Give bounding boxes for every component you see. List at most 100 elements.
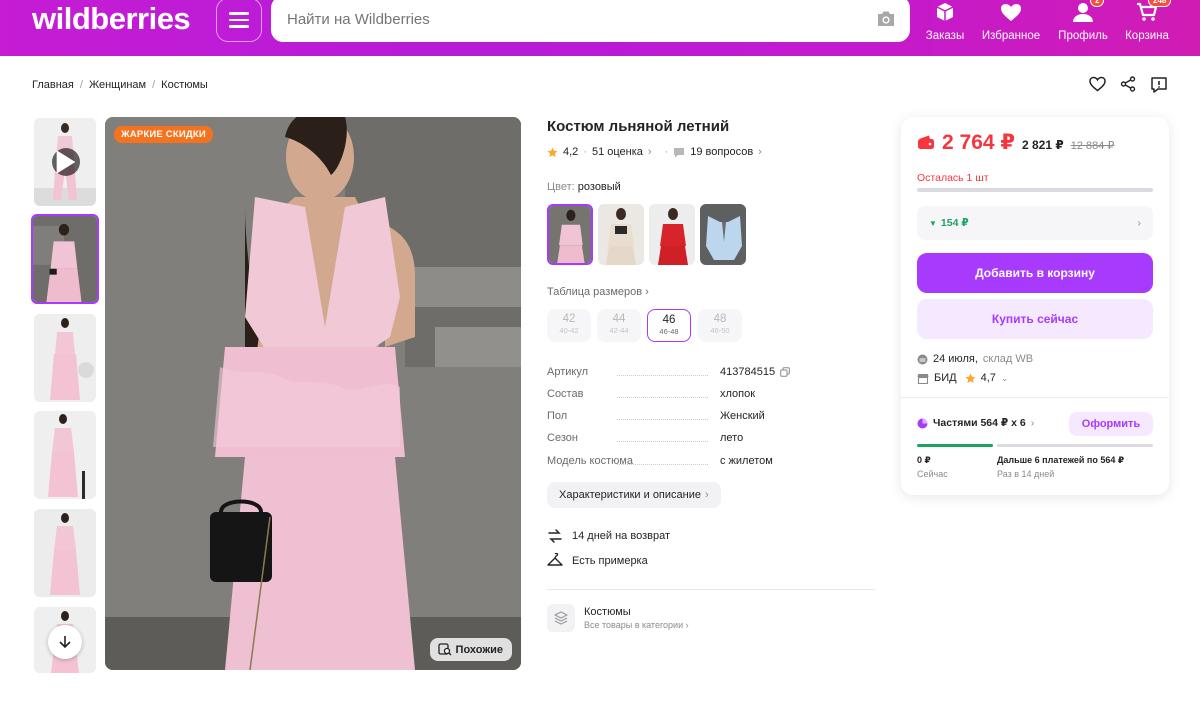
thumbnail-image bbox=[33, 216, 97, 302]
return-label: 14 дней на возврат bbox=[572, 530, 670, 542]
shop-icon bbox=[917, 373, 929, 384]
heart-icon bbox=[1000, 0, 1022, 24]
color-option-red[interactable] bbox=[649, 204, 695, 265]
chevron-right-icon: › bbox=[1137, 217, 1142, 229]
size-option-disabled[interactable]: 48 46-50 bbox=[698, 309, 742, 342]
chevron-right-icon: › bbox=[645, 286, 649, 298]
stock-bar bbox=[917, 188, 1153, 192]
main-product-image[interactable]: ЖАРКИЕ СКИДКИ Похожие bbox=[105, 117, 521, 670]
reviews-link[interactable]: 51 оценка bbox=[592, 146, 643, 158]
seller-row[interactable]: БИД 4,7 ⌄ bbox=[917, 372, 1008, 384]
category-link[interactable]: Костюмы Все товары в категории › bbox=[547, 604, 689, 632]
pay-later-label: Раз в 14 дней bbox=[997, 469, 1055, 479]
copy-icon[interactable] bbox=[780, 367, 790, 377]
seller-rating: 4,7 bbox=[980, 372, 996, 384]
hanger-icon bbox=[547, 553, 563, 566]
chevron-right-icon: › bbox=[685, 620, 689, 630]
size-option-selected[interactable]: 46 46-48 bbox=[647, 309, 691, 342]
color-value: розовый bbox=[577, 181, 621, 193]
breadcrumb-link[interactable]: Женщинам bbox=[89, 79, 146, 91]
divider bbox=[547, 589, 875, 590]
breadcrumb: Главная / Женщинам / Костюмы bbox=[32, 79, 208, 91]
color-option-beige[interactable] bbox=[598, 204, 644, 265]
fitting-available: Есть примерка bbox=[547, 553, 648, 569]
delivery-row: 24 июля, склад WB bbox=[917, 353, 1033, 365]
rating-value: 4,2 bbox=[563, 146, 579, 158]
price-regular: 2 821 ₽ bbox=[1022, 138, 1064, 152]
installments-apply-button[interactable]: Оформить bbox=[1069, 412, 1153, 436]
gallery-thumbnail-selected[interactable] bbox=[31, 214, 99, 304]
spec-value: Женский bbox=[720, 410, 765, 422]
color-label: Цвет: розовый bbox=[547, 181, 621, 193]
cashback-row[interactable]: ▼ 154 ₽ › bbox=[917, 206, 1153, 240]
category-all-link[interactable]: Все товары в категории › bbox=[584, 620, 689, 630]
thumbnail-image bbox=[34, 411, 96, 499]
menu-button[interactable] bbox=[216, 0, 262, 42]
characteristics-button[interactable]: Характеристики и описание › bbox=[547, 482, 721, 508]
cart-icon: 248 bbox=[1136, 0, 1172, 24]
swatch-image bbox=[700, 204, 746, 265]
favorite-heart-icon[interactable] bbox=[1089, 76, 1106, 97]
chevron-right-icon: › bbox=[647, 146, 652, 158]
breadcrumb-link[interactable]: Костюмы bbox=[161, 79, 208, 91]
color-label-key: Цвет: bbox=[547, 181, 575, 193]
size-range: 42-44 bbox=[609, 326, 629, 335]
menu-icon-line bbox=[229, 12, 249, 15]
gallery-scroll-down-button[interactable] bbox=[48, 625, 82, 659]
divider bbox=[901, 397, 1169, 398]
size-number: 48 bbox=[713, 313, 727, 325]
nav-label: Избранное bbox=[981, 30, 1041, 42]
thumbnail-image bbox=[34, 314, 96, 402]
spec-row: Пол Женский bbox=[547, 410, 807, 422]
buy-now-button[interactable]: Купить сейчас bbox=[917, 299, 1153, 339]
similar-search-icon bbox=[437, 643, 452, 656]
swatch-image bbox=[549, 206, 591, 263]
seller-name: БИД bbox=[934, 372, 957, 384]
gallery-thumbnail[interactable] bbox=[34, 411, 96, 499]
questions-link[interactable]: 19 вопросов bbox=[690, 146, 753, 158]
report-icon[interactable] bbox=[1150, 76, 1168, 99]
size-table-link[interactable]: Таблица размеров › bbox=[547, 286, 649, 298]
spec-key: Пол bbox=[547, 410, 720, 422]
size-table-label: Таблица размеров bbox=[547, 286, 643, 298]
spec-value: с жилетом bbox=[720, 455, 773, 467]
color-option-blue[interactable] bbox=[700, 204, 746, 265]
installments-row[interactable]: Частями 564 ₽ x 6 › bbox=[917, 417, 1034, 429]
profile-badge: 2 bbox=[1090, 0, 1105, 7]
share-icon[interactable] bbox=[1120, 76, 1136, 97]
size-option-disabled[interactable]: 42 40-42 bbox=[547, 309, 591, 342]
nav-profile[interactable]: 2 Профиль bbox=[1058, 0, 1108, 42]
cart-badge: 248 bbox=[1148, 0, 1172, 7]
size-range: 46-50 bbox=[710, 326, 730, 335]
top-header: wildberries Заказы Избранное 2 Профиль 2… bbox=[0, 0, 1200, 56]
chevron-down-icon: ⌄ bbox=[1000, 372, 1009, 383]
wildberries-logo[interactable]: wildberries bbox=[32, 0, 191, 38]
nav-orders[interactable]: Заказы bbox=[926, 0, 964, 42]
delivery-date: 24 июля, bbox=[933, 353, 978, 365]
swatch-image bbox=[598, 204, 644, 265]
camera-search-icon[interactable] bbox=[876, 10, 896, 32]
size-number: 44 bbox=[612, 313, 626, 325]
add-to-cart-button[interactable]: Добавить в корзину bbox=[917, 253, 1153, 293]
nav-label: Заказы bbox=[925, 30, 965, 42]
size-option-disabled[interactable]: 44 42-44 bbox=[597, 309, 641, 342]
questions-icon bbox=[674, 147, 685, 157]
nav-cart[interactable]: 248 Корзина bbox=[1124, 0, 1172, 42]
nav-favorites[interactable]: Избранное bbox=[982, 0, 1040, 42]
gallery-thumbnail[interactable] bbox=[34, 314, 96, 402]
star-icon bbox=[547, 147, 558, 157]
fitting-label: Есть примерка bbox=[572, 555, 648, 567]
size-number: 46 bbox=[662, 314, 676, 326]
rating-row: 4,2 · 51 оценка › · 19 вопросов › bbox=[547, 146, 762, 158]
similar-button[interactable]: Похожие bbox=[429, 638, 512, 661]
spec-row: Модель костюма с жилетом bbox=[547, 455, 807, 467]
gallery-thumbnail[interactable] bbox=[34, 509, 96, 597]
chevron-right-icon: › bbox=[705, 489, 709, 501]
gallery-thumbnail-video[interactable] bbox=[34, 118, 96, 206]
breadcrumb-link[interactable]: Главная bbox=[32, 79, 74, 91]
search-input[interactable] bbox=[287, 10, 847, 28]
price-row: 2 764 ₽ 2 821 ₽ 12 884 ₽ bbox=[917, 130, 1114, 155]
color-option-pink[interactable] bbox=[547, 204, 593, 265]
size-number: 42 bbox=[562, 313, 576, 325]
cashback-value: 154 ₽ bbox=[940, 217, 969, 229]
